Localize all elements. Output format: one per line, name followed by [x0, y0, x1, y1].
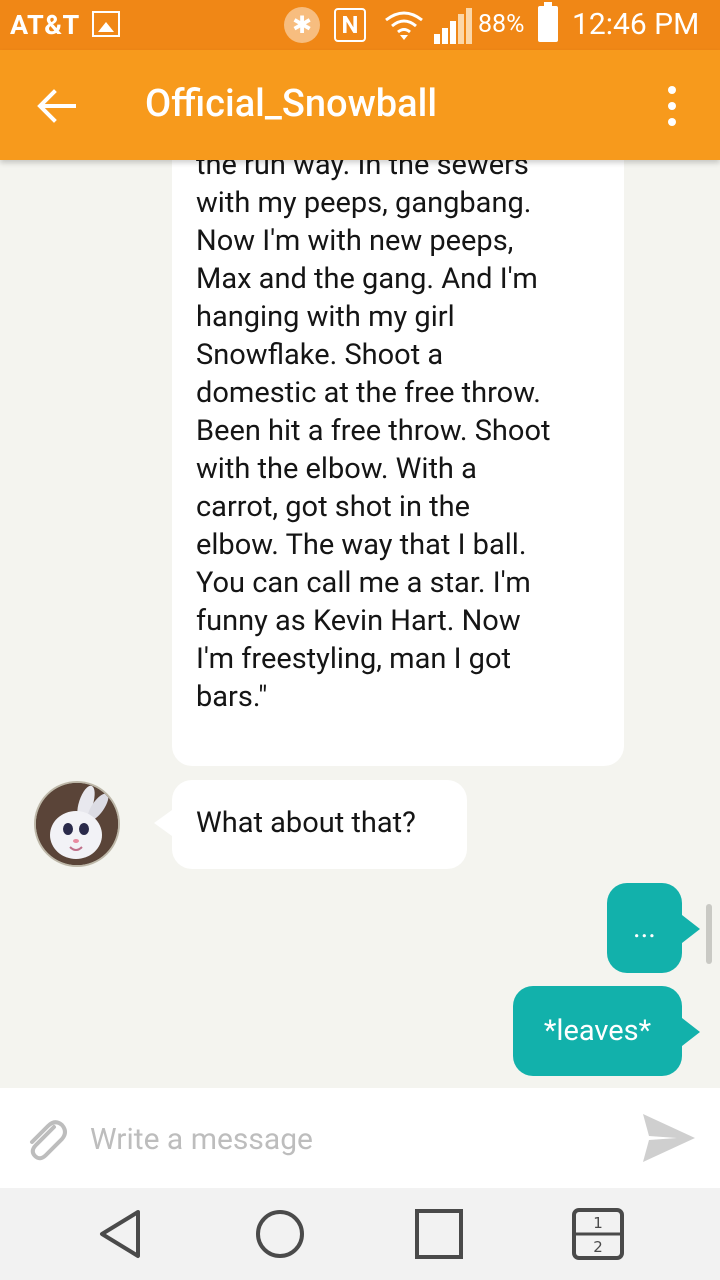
app-bar: Official_Snowball [0, 50, 720, 160]
message-text: call Kanye. I used to trap at the run wa… [196, 160, 551, 714]
bunny-avatar-image [36, 783, 118, 865]
nfc-icon: N [334, 8, 366, 42]
send-icon[interactable] [641, 1112, 697, 1164]
message-text: What about that? [196, 806, 416, 840]
system-nav-bar: 1 2 [0, 1188, 720, 1280]
status-bar: AT&T ✱ N 88% 12:46 PM [0, 0, 720, 50]
scrollbar[interactable] [706, 904, 712, 964]
recents-square-icon[interactable] [409, 1206, 469, 1262]
image-notification-icon [92, 11, 120, 37]
battery-icon [538, 2, 558, 42]
message-composer [0, 1088, 720, 1188]
dual-window-bottom-number: 2 [593, 1238, 603, 1256]
outgoing-message-bubble[interactable]: ... [607, 883, 700, 973]
paperclip-icon[interactable] [20, 1113, 70, 1163]
overflow-menu-icon[interactable] [662, 86, 682, 126]
signal-icon [434, 8, 472, 44]
bluetooth-icon: ✱ [284, 7, 320, 43]
message-text: *leaves* [543, 1014, 652, 1048]
clock: 12:46 PM [572, 7, 700, 42]
home-circle-icon[interactable] [250, 1206, 310, 1262]
conversation-title: Official_Snowball [145, 82, 438, 126]
wifi-icon [385, 11, 423, 40]
battery-percent: 88% [478, 10, 525, 39]
contact-avatar[interactable] [34, 781, 120, 867]
message-text: ... [633, 911, 656, 945]
message-list[interactable]: call Kanye. I used to trap at the run wa… [0, 160, 720, 1088]
incoming-message-bubble[interactable]: What about that? [154, 780, 467, 869]
dual-window-top-number: 1 [593, 1214, 603, 1232]
carrier-label: AT&T [10, 9, 80, 41]
message-input[interactable] [88, 1108, 622, 1170]
back-triangle-icon[interactable] [94, 1206, 154, 1262]
back-arrow-icon[interactable] [34, 84, 78, 128]
dual-window-icon[interactable]: 1 2 [568, 1206, 628, 1262]
incoming-message-bubble[interactable]: call Kanye. I used to trap at the run wa… [172, 160, 624, 766]
outgoing-message-bubble[interactable]: *leaves* [513, 986, 700, 1076]
